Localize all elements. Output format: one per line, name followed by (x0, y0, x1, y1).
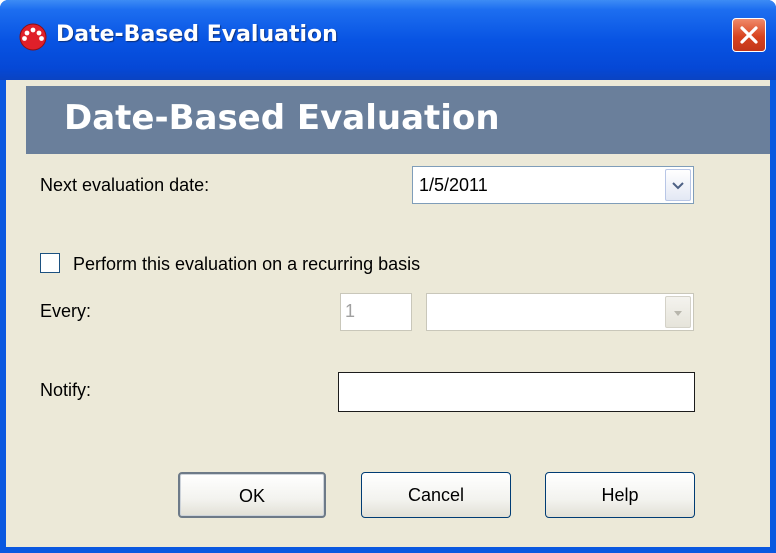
app-dots-icon (19, 23, 47, 51)
unit-dropdown-button[interactable] (665, 296, 691, 328)
dialog-body: Date-Based Evaluation Next evaluation da… (6, 80, 770, 547)
close-icon (740, 26, 758, 44)
every-label: Every: (40, 301, 92, 321)
chevron-down-icon (672, 182, 684, 190)
help-button[interactable]: Help (545, 472, 695, 518)
next-evaluation-date-picker[interactable]: 1/5/2011 (412, 166, 694, 204)
recurring-checkbox[interactable] (40, 253, 60, 273)
chevron-down-icon (674, 311, 682, 316)
every-unit-dropdown[interactable] (426, 293, 694, 331)
next-evaluation-date-value: 1/5/2011 (419, 175, 488, 195)
recurring-checkbox-label[interactable]: Perform this evaluation on a recurring b… (73, 254, 420, 275)
notify-input[interactable] (338, 372, 695, 412)
window-title: Date-Based Evaluation (56, 22, 338, 47)
notify-label: Notify: (40, 380, 92, 400)
cancel-button[interactable]: Cancel (361, 472, 511, 518)
banner-title: Date-Based Evaluation (64, 98, 500, 138)
every-interval-value: 1 (345, 301, 356, 321)
header-banner: Date-Based Evaluation (26, 86, 770, 154)
every-interval-input[interactable]: 1 (340, 293, 412, 331)
close-button[interactable] (732, 18, 766, 52)
ok-button[interactable]: OK (178, 472, 326, 518)
date-dropdown-button[interactable] (665, 169, 691, 201)
next-evaluation-date-label: Next evaluation date: (40, 175, 210, 195)
dialog-window: Date-Based Evaluation Date-Based Evaluat… (0, 0, 776, 553)
title-bar[interactable]: Date-Based Evaluation (0, 0, 776, 80)
